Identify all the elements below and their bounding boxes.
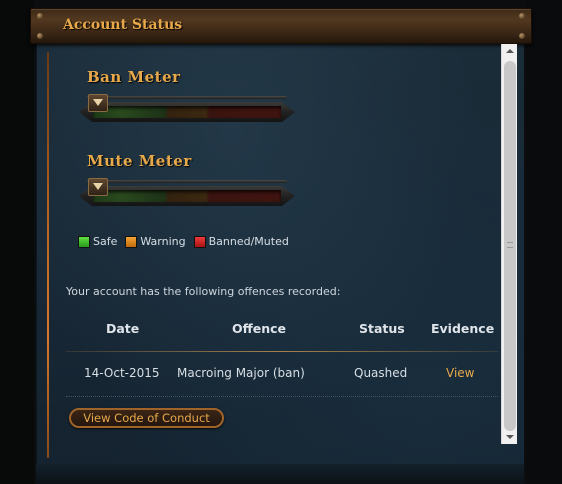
scroll-down-arrow-icon[interactable] (502, 430, 517, 444)
legend-item-safe: Safe (78, 235, 117, 248)
column-header-status: Status (359, 321, 405, 336)
mute-meter-track (93, 190, 281, 202)
nail-icon (37, 33, 43, 39)
table-row-divider (66, 396, 498, 397)
scrollbar-thumb[interactable] (504, 61, 516, 431)
view-code-of-conduct-button[interactable]: View Code of Conduct (69, 408, 224, 428)
view-evidence-link[interactable]: View (446, 366, 474, 380)
table-header-divider (66, 351, 498, 352)
nail-icon (37, 13, 43, 19)
meter-rail (87, 96, 287, 99)
nail-icon (519, 33, 525, 39)
banned-swatch-icon (193, 235, 206, 248)
grip-icon (507, 242, 513, 248)
meter-rail (87, 180, 287, 183)
mute-meter (79, 178, 295, 211)
meter-legend: Safe Warning Banned/Muted (78, 235, 289, 248)
ban-meter-pointer-icon (88, 94, 108, 112)
offence-name-cell: Macroing Major (ban) (177, 366, 305, 380)
legend-label: Banned/Muted (208, 235, 289, 248)
left-margin (0, 0, 34, 484)
offences-intro: Your account has the following offences … (66, 285, 341, 298)
ban-meter-title: Ban Meter (87, 68, 181, 86)
right-margin (526, 0, 562, 484)
title-plank: Account Status (30, 8, 532, 44)
legend-label: Safe (93, 235, 118, 248)
mute-meter-pointer-icon (88, 178, 108, 196)
ban-meter-track (93, 106, 281, 118)
legend-label: Warning (140, 235, 186, 248)
offence-status-cell: Quashed (354, 366, 408, 380)
scroll-up-arrow-icon[interactable] (502, 44, 517, 58)
page-frame: Account Status Ban Meter Mute Meter Safe… (0, 0, 562, 484)
ban-meter (79, 94, 295, 127)
legend-item-warning: Warning (125, 235, 186, 248)
column-header-date: Date (106, 321, 140, 336)
mute-meter-title: Mute Meter (87, 152, 192, 170)
page-title: Account Status (63, 17, 183, 33)
panel-bottom-edge (36, 464, 524, 484)
warning-swatch-icon (125, 235, 138, 248)
offence-date-cell: 14-Oct-2015 (84, 366, 160, 380)
legend-item-banned: Banned/Muted (193, 235, 289, 248)
nail-icon (519, 13, 525, 19)
decorative-side-rule (47, 52, 49, 458)
vertical-scrollbar[interactable] (501, 44, 517, 444)
column-header-evidence: Evidence (431, 321, 495, 336)
safe-swatch-icon (78, 235, 90, 248)
column-header-offence: Offence (232, 321, 287, 336)
